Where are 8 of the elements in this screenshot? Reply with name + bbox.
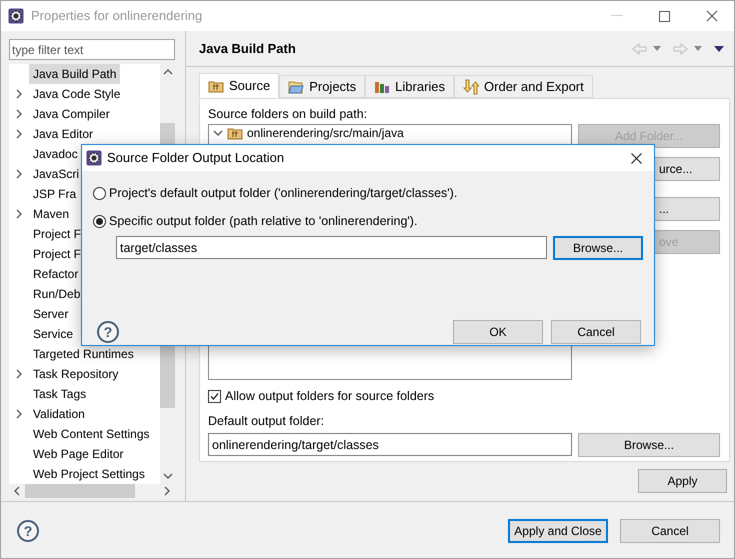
checkbox-label: Allow output folders for source folders xyxy=(225,388,434,405)
window-title: Properties for onlinerendering xyxy=(31,7,202,26)
page-title: Java Build Path xyxy=(199,40,296,58)
field-label: Default output folder: xyxy=(208,412,326,430)
section-label: Source folders on build path: xyxy=(208,106,368,121)
dialog-title: Source Folder Output Location xyxy=(107,149,284,168)
radio-label: Project's default output folder ('onlinerendering/target/classes'). xyxy=(109,185,458,202)
radio-label: Specific output folder (path relative to 'onlinerendering'). xyxy=(109,212,418,230)
